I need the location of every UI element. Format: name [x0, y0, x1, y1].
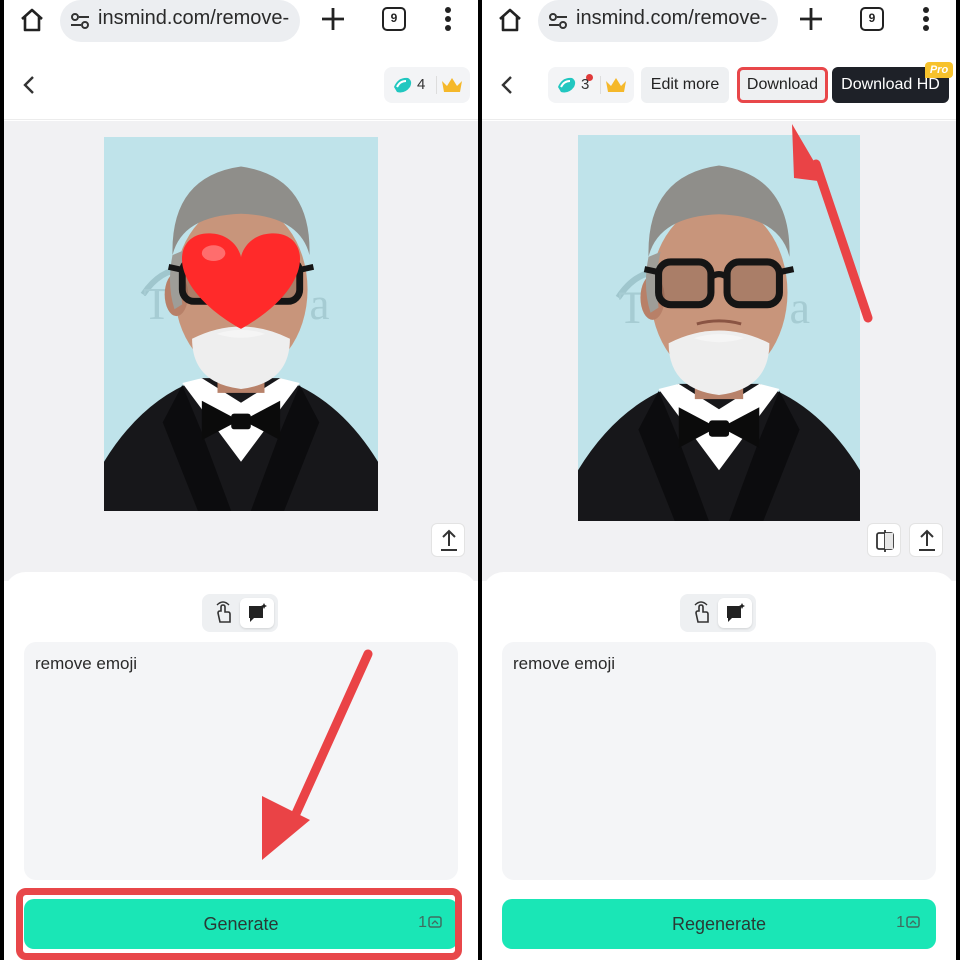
annotation-arrow	[262, 649, 373, 860]
right-screen: insmind.com/remove- 9 3 Edit more Downlo…	[482, 0, 956, 960]
left-screen: insmind.com/remove- 9 4 remove emoji Gen…	[4, 0, 478, 960]
annotation-arrow	[792, 124, 873, 323]
